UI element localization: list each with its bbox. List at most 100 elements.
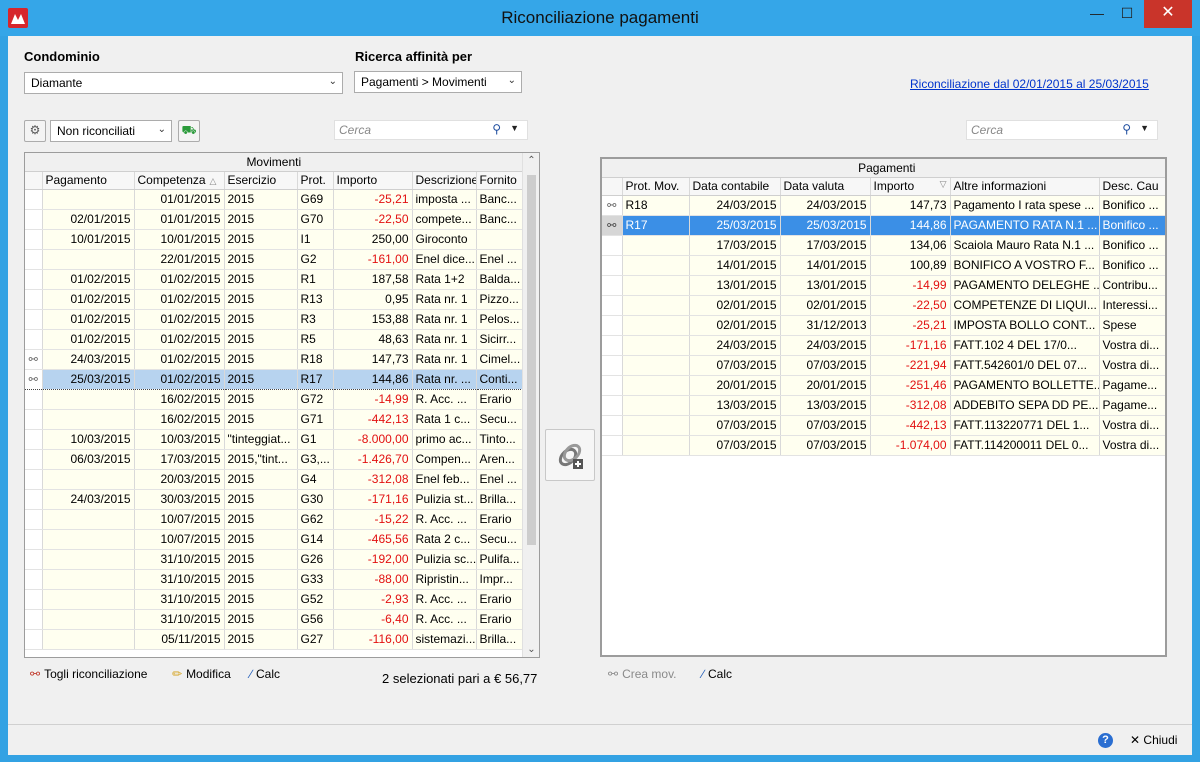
table-row[interactable]: ⚯ 24/03/2015 01/02/2015 2015 R18 147,73 Rata n…	[25, 349, 524, 370]
pagamenti-header-cell[interactable]: Altre informazioni	[950, 177, 1100, 196]
cell-importo: -171,16	[870, 335, 951, 356]
table-row[interactable]: 01/02/2015 01/02/2015 2015 R5 48,63 Rata nr. …	[25, 329, 524, 350]
movimenti-header-cell[interactable]: Pagamento	[42, 171, 135, 190]
cell-prot: G69	[297, 189, 334, 210]
cell-fornito: Erario	[476, 389, 524, 410]
table-row[interactable]: 10/07/2015 2015 G14 -465,56 Rata 2 c... Secu.…	[25, 529, 524, 550]
pagamenti-header-cell[interactable]: Prot. Mov.	[622, 177, 690, 196]
condominio-select[interactable]: Diamante ⌄	[24, 72, 343, 94]
table-row[interactable]: 01/02/2015 01/02/2015 2015 R3 153,88 Rata nr.…	[25, 309, 524, 330]
cell-prot	[622, 375, 690, 396]
table-row[interactable]: 10/03/2015 10/03/2015 "tinteggiat... G1 -8.0…	[25, 429, 524, 450]
dropdown-arrow-icon[interactable]: ▼	[1140, 123, 1149, 133]
table-row[interactable]: 24/03/2015 30/03/2015 2015 G30 -171,16 Pulizi…	[25, 489, 524, 510]
row-indicator	[602, 295, 623, 316]
table-row[interactable]: 17/03/2015 17/03/2015 134,06 Scaiola Mauro …	[602, 235, 1165, 256]
table-row[interactable]: 10/07/2015 2015 G62 -15,22 R. Acc. ... Erario	[25, 509, 524, 530]
table-row[interactable]: 06/03/2015 17/03/2015 2015,"tint... G3,... -…	[25, 449, 524, 470]
table-row[interactable]: 20/03/2015 2015 G4 -312,08 Enel feb... Enel .…	[25, 469, 524, 490]
cell-prot	[622, 355, 690, 376]
maximize-button[interactable]: ☐	[1110, 0, 1144, 28]
togli-riconciliazione-button[interactable]: ⚯ Togli riconciliazione	[30, 667, 147, 681]
table-row[interactable]: 02/01/2015 31/12/2013 -25,21 IMPOSTA BOLLO …	[602, 315, 1165, 336]
table-row[interactable]: 16/02/2015 2015 G71 -442,13 Rata 1 c... Secu.…	[25, 409, 524, 430]
search-right-input[interactable]: Cerca ⚲ ▼	[966, 120, 1158, 140]
table-row[interactable]: 22/01/2015 2015 G2 -161,00 Enel dice... Enel …	[25, 249, 524, 270]
table-row[interactable]: 13/03/2015 13/03/2015 -312,08 ADDEBITO SEPA…	[602, 395, 1165, 416]
table-row[interactable]: ⚯ 25/03/2015 01/02/2015 2015 R17 144,86 Rata n…	[25, 368, 524, 390]
cell-pagamento: 25/03/2015	[42, 368, 135, 390]
ricerca-select[interactable]: Pagamenti > Movimenti ⌄	[354, 71, 522, 93]
scroll-down-icon[interactable]: ⌄	[523, 644, 539, 655]
pagamenti-header-cell[interactable]: Desc. Cau	[1099, 177, 1165, 196]
cell-descr: Rata nr. ...	[412, 368, 477, 390]
movimenti-header-cell[interactable]: Fornito	[476, 171, 524, 190]
cell-prot: R13	[297, 289, 334, 310]
pagamenti-header-cell[interactable]: Data contabile	[689, 177, 781, 196]
table-row[interactable]: 01/02/2015 01/02/2015 2015 R1 187,58 Rata 1+2…	[25, 269, 524, 290]
table-row[interactable]: 31/10/2015 2015 G52 -2,93 R. Acc. ... Erario	[25, 589, 524, 610]
settings-button[interactable]: ⚙	[24, 120, 46, 142]
calc-left-button[interactable]: ∕ Calc	[250, 667, 280, 681]
table-row[interactable]: 20/01/2015 20/01/2015 -251,46 PAGAMENTO BOL…	[602, 375, 1165, 396]
table-row[interactable]: 31/10/2015 2015 G26 -192,00 Pulizia sc... Pul…	[25, 549, 524, 570]
cell-descr: Enel dice...	[412, 249, 477, 270]
cell-pagamento	[42, 249, 135, 270]
row-indicator	[602, 235, 623, 256]
table-row[interactable]: 07/03/2015 07/03/2015 -442,13 FATT.11322077…	[602, 415, 1165, 436]
movimenti-header-competenza[interactable]: Competenza △	[134, 171, 225, 190]
table-row[interactable]: 07/03/2015 07/03/2015 -1.074,00 FATT.114200…	[602, 435, 1165, 456]
cell-fornito	[476, 229, 524, 250]
table-row[interactable]: 02/01/2015 02/01/2015 -22,50 COMPETENZE DI …	[602, 295, 1165, 316]
table-row[interactable]: 07/03/2015 07/03/2015 -221,94 FATT.542601/0…	[602, 355, 1165, 376]
minimize-button[interactable]: —	[1080, 0, 1114, 28]
add-filter-button[interactable]: ⛟	[178, 120, 200, 142]
movimenti-grid[interactable]: Movimenti Pagamento Competenza △ Esercizio P…	[24, 152, 540, 658]
calc-right-button[interactable]: ∕ Calc	[702, 667, 732, 681]
cell-causale: Pagame...	[1099, 395, 1165, 416]
chiudi-button[interactable]: ✕ Chiudi	[1130, 733, 1177, 747]
table-row[interactable]: 24/03/2015 24/03/2015 -171,16 FATT.102 4 DE…	[602, 335, 1165, 356]
movimenti-header-cell[interactable]: Prot.	[297, 171, 334, 190]
cell-info: PAGAMENTO RATA N.1 ...	[950, 215, 1100, 236]
table-row[interactable]: 16/02/2015 2015 G72 -14,99 R. Acc. ... Erario	[25, 389, 524, 410]
table-row[interactable]: ⚯ R18 24/03/2015 24/03/2015 147,73 Pagamento …	[602, 195, 1165, 216]
table-row[interactable]: 31/10/2015 2015 G33 -88,00 Ripristin... Impr.…	[25, 569, 524, 590]
table-row[interactable]: 10/01/2015 10/01/2015 2015 I1 250,00 Girocont…	[25, 229, 524, 250]
table-row[interactable]: 14/01/2015 14/01/2015 100,89 BONIFICO A VOS…	[602, 255, 1165, 276]
pagamenti-grid[interactable]: Pagamenti Prot. Mov. Data contabile Data v…	[600, 157, 1167, 657]
table-row[interactable]: 02/01/2015 01/01/2015 2015 G70 -22,50 compete…	[25, 209, 524, 230]
dropdown-arrow-icon[interactable]: ▼	[510, 123, 519, 133]
scroll-thumb[interactable]	[527, 175, 536, 545]
cell-descr: Enel feb...	[412, 469, 477, 490]
movimenti-header-cell[interactable]: Importo	[333, 171, 413, 190]
cell-contabile: 07/03/2015	[689, 435, 781, 456]
table-row[interactable]: 31/10/2015 2015 G56 -6,40 R. Acc. ... Erario	[25, 609, 524, 630]
pagamenti-header-cell[interactable]: Importo ▽	[870, 177, 951, 196]
table-row[interactable]: ⚯ R17 25/03/2015 25/03/2015 144,86 PAGAMENTO …	[602, 215, 1165, 236]
cell-descr: Rata 1 c...	[412, 409, 477, 430]
filter-select[interactable]: Non riconciliati ⌄	[50, 120, 172, 142]
cell-esercizio: 2015	[224, 609, 298, 630]
title-bar: Riconciliazione pagamenti — ☐ ✕	[0, 0, 1200, 36]
search-left-input[interactable]: Cerca ⚲ ▼	[334, 120, 528, 140]
scroll-up-icon[interactable]: ⌃	[523, 155, 539, 166]
table-row[interactable]: 05/11/2015 2015 G27 -116,00 sistemazi... Bril…	[25, 629, 524, 650]
pagamenti-header-cell[interactable]: Data valuta	[780, 177, 871, 196]
movimenti-scrollbar[interactable]: ⌃ ⌄	[522, 153, 539, 657]
cell-competenza: 20/03/2015	[134, 469, 225, 490]
table-row[interactable]: 13/01/2015 13/01/2015 -14,99 PAGAMENTO DELE…	[602, 275, 1165, 296]
riconcilia-button[interactable]	[545, 429, 595, 481]
cell-prot: R1	[297, 269, 334, 290]
cell-esercizio: "tinteggiat...	[224, 429, 298, 450]
table-row[interactable]: 01/01/2015 2015 G69 -25,21 imposta ... Banc..…	[25, 189, 524, 210]
crea-mov-button[interactable]: ⚯ Crea mov.	[608, 667, 677, 681]
movimenti-header-cell[interactable]: Esercizio	[224, 171, 298, 190]
close-window-button[interactable]: ✕	[1144, 0, 1192, 28]
modifica-button[interactable]: ✏ Modifica	[172, 667, 231, 681]
help-icon[interactable]: ?	[1098, 733, 1113, 748]
cell-pagamento: 01/02/2015	[42, 289, 135, 310]
period-link[interactable]: Riconciliazione dal 02/01/2015 al 25/03/…	[910, 77, 1149, 91]
movimenti-header-cell[interactable]: Descrizione	[412, 171, 477, 190]
table-row[interactable]: 01/02/2015 01/02/2015 2015 R13 0,95 Rata nr. …	[25, 289, 524, 310]
